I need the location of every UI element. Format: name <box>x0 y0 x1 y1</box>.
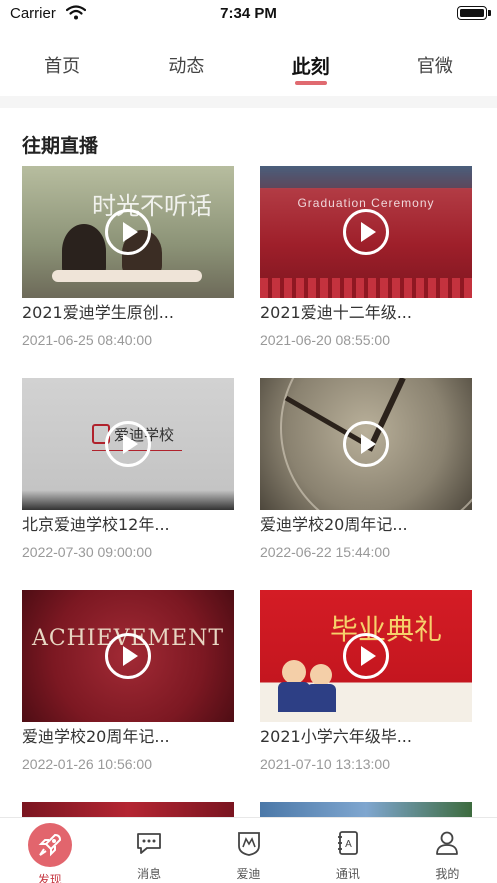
video-card[interactable]: 爱迪学校 北京爱迪学校12年... 2022-07-30 09:00:00 <box>22 378 234 560</box>
nav-label: 消息 <box>137 867 162 881</box>
video-thumbnail[interactable]: 爱迪学校 <box>22 378 234 510</box>
top-tab-bar: 首页 动态 此刻 官微 <box>0 44 497 90</box>
tab-news[interactable]: 动态 <box>124 44 248 90</box>
video-date: 2021-06-25 08:40:00 <box>22 332 152 348</box>
video-card[interactable]: ACHIEVEMENT 爱迪学校20周年记... 2022-01-26 10:5… <box>22 590 234 772</box>
video-thumbnail[interactable] <box>260 378 472 510</box>
tab-now[interactable]: 此刻 <box>249 44 373 90</box>
rocket-icon <box>38 833 61 857</box>
play-icon[interactable] <box>343 421 389 467</box>
video-date: 2022-07-30 09:00:00 <box>22 544 152 560</box>
nav-label: 通讯 <box>335 867 360 881</box>
video-date: 2022-01-26 10:56:00 <box>22 756 152 772</box>
play-icon[interactable] <box>105 209 151 255</box>
person-icon <box>436 831 459 855</box>
nav-me[interactable]: 我的 <box>398 818 497 883</box>
play-icon[interactable] <box>343 633 389 679</box>
status-bar: Carrier 7:34 PM <box>0 0 497 28</box>
svg-text:A: A <box>345 839 352 850</box>
battery-icon <box>457 6 487 20</box>
active-tab-indicator <box>294 81 327 85</box>
video-title: 北京爱迪学校12年... <box>22 515 170 534</box>
video-date: 2022-06-22 15:44:00 <box>260 544 390 560</box>
nav-label: 我的 <box>435 867 460 881</box>
nav-discover[interactable]: 发现 <box>0 818 99 883</box>
video-card[interactable] <box>22 802 234 817</box>
nav-label: 发现 <box>37 873 62 883</box>
video-thumbnail[interactable]: 毕业典礼 <box>260 590 472 722</box>
video-card[interactable]: 毕业典礼 2021小学六年级毕... 2021-07-10 13:13:00 <box>260 590 472 772</box>
nav-contacts[interactable]: A 通讯 <box>298 818 397 883</box>
tab-home[interactable]: 首页 <box>0 44 124 90</box>
video-title: 爱迪学校20周年记... <box>260 515 408 534</box>
video-date: 2021-07-10 13:13:00 <box>260 756 390 772</box>
video-title: 2021爱迪十二年级... <box>260 303 412 322</box>
section-divider <box>0 96 497 108</box>
nav-messages[interactable]: 消息 <box>99 818 198 883</box>
chat-bubble-icon <box>137 833 162 854</box>
video-thumbnail[interactable] <box>260 802 472 817</box>
video-date: 2021-06-20 08:55:00 <box>260 332 390 348</box>
nav-aidi[interactable]: 爱迪 <box>199 818 298 883</box>
video-thumbnail[interactable] <box>22 802 234 817</box>
video-card[interactable] <box>260 802 472 817</box>
clock: 7:34 PM <box>220 5 277 22</box>
nav-label: 爱迪 <box>236 867 261 881</box>
video-title: 2021爱迪学生原创... <box>22 303 174 322</box>
play-icon[interactable] <box>105 421 151 467</box>
video-card[interactable]: Graduation Ceremony 2021爱迪十二年级... 2021-0… <box>260 166 472 348</box>
bottom-tab-bar: 发现 消息 爱迪 A 通讯 我的 <box>0 817 497 883</box>
video-thumbnail[interactable]: ACHIEVEMENT <box>22 590 234 722</box>
contacts-book-icon: A <box>337 831 358 855</box>
tab-official-weibo[interactable]: 官微 <box>373 44 497 90</box>
video-card[interactable]: 爱迪学校20周年记... 2022-06-22 15:44:00 <box>260 378 472 560</box>
video-title: 爱迪学校20周年记... <box>22 727 170 746</box>
section-title: 往期直播 <box>22 136 99 157</box>
play-icon[interactable] <box>105 633 151 679</box>
thumbnail-caption: Graduation Ceremony <box>297 196 435 210</box>
school-logo-icon <box>237 832 260 856</box>
play-icon[interactable] <box>343 209 389 255</box>
video-thumbnail[interactable]: Graduation Ceremony <box>260 166 472 298</box>
battery-tip <box>488 10 491 16</box>
video-title: 2021小学六年级毕... <box>260 727 412 746</box>
video-card[interactable]: 时光不听话 2021爱迪学生原创... 2021-06-25 08:40:00 <box>22 166 234 348</box>
video-thumbnail[interactable]: 时光不听话 <box>22 166 234 298</box>
